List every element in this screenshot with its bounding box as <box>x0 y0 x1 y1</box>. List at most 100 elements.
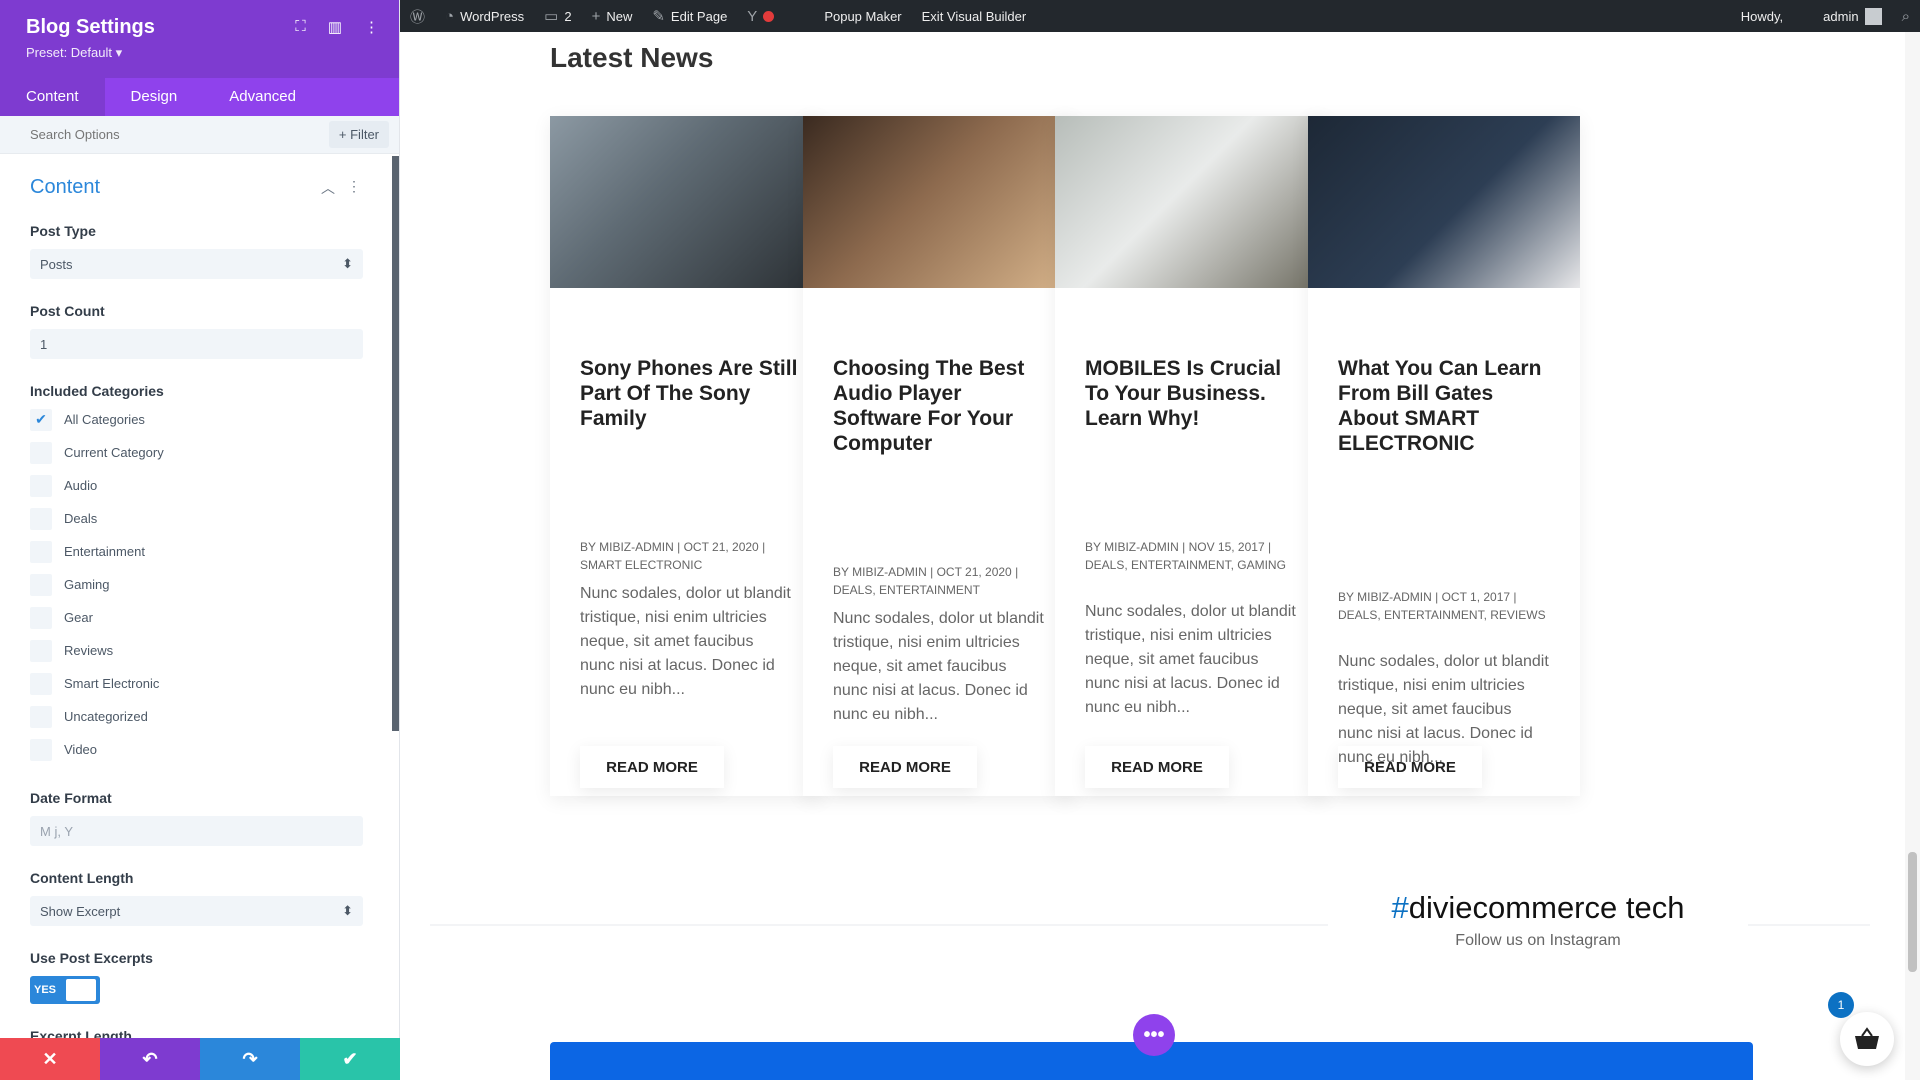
category-checkbox[interactable] <box>30 441 52 464</box>
read-more-button[interactable]: READ MORE <box>1085 746 1229 788</box>
category-checkbox[interactable] <box>30 738 52 761</box>
tab-content[interactable]: Content <box>0 78 105 116</box>
page-scrollbar[interactable] <box>1905 32 1920 1080</box>
date-format-label: Date Format <box>30 790 112 806</box>
ellipsis-icon: ••• <box>1143 1023 1165 1046</box>
panel-scrollbar[interactable] <box>392 156 399 731</box>
category-row[interactable]: Gear <box>30 601 361 634</box>
post-excerpt: Nunc sodales, dolor ut blandit tristique… <box>833 610 1044 723</box>
section-menu-icon[interactable]: ⋮ <box>347 178 361 198</box>
search-icon: ⌕ <box>1901 7 1910 25</box>
category-row[interactable]: Entertainment <box>30 535 361 568</box>
category-checkbox[interactable] <box>30 606 52 629</box>
post-thumbnail[interactable] <box>1055 116 1327 288</box>
category-label: Entertainment <box>64 544 145 559</box>
instagram-hashtag[interactable]: #diviecommerce tech <box>1328 890 1748 926</box>
blog-post-card: Sony Phones Are Still Part Of The Sony F… <box>550 116 822 796</box>
settings-panel: Blog Settings Preset: Default ▾ ⛶ ▥ ⋮ Co… <box>0 0 400 1080</box>
post-title[interactable]: MOBILES Is Crucial To Your Business. Lea… <box>1085 356 1305 431</box>
read-more-button[interactable]: READ MORE <box>1338 746 1482 788</box>
post-meta: BY MIBIZ-ADMIN | NOV 15, 2017 | DEALS, E… <box>1085 540 1286 572</box>
expand-icon[interactable]: ⛶ <box>295 18 306 36</box>
wp-admin-bar: Ⓦ ◔ WordPress ▭ 2 + New ✎ Edit Page Y Popup … <box>400 0 1920 32</box>
post-title[interactable]: Sony Phones Are Still Part Of The Sony F… <box>580 356 800 431</box>
pencil-icon: ✎ <box>652 8 665 25</box>
close-icon: ✕ <box>42 1048 58 1069</box>
howdy-text: Howdy, <box>1740 8 1784 24</box>
blog-post-card: MOBILES Is Crucial To Your Business. Lea… <box>1055 116 1327 796</box>
new-content-link[interactable]: + New <box>582 0 643 32</box>
filter-button[interactable]: + Filter <box>328 121 389 148</box>
post-thumbnail[interactable] <box>803 116 1075 288</box>
tab-advanced[interactable]: Advanced <box>203 78 322 116</box>
site-name-link[interactable]: ◔ WordPress <box>435 0 534 32</box>
toggle-text: YES <box>34 984 57 996</box>
category-checkbox[interactable] <box>30 507 52 530</box>
category-checkbox[interactable] <box>30 474 52 497</box>
yoast-seo-button[interactable]: Y <box>737 0 784 32</box>
category-label: Smart Electronic <box>64 676 160 691</box>
post-title[interactable]: What You Can Learn From Bill Gates About… <box>1338 356 1558 456</box>
post-count-input[interactable]: 1 <box>30 329 363 359</box>
post-title[interactable]: Choosing The Best Audio Player Software … <box>833 356 1053 456</box>
category-row[interactable]: Smart Electronic <box>30 667 361 700</box>
cart-button[interactable] <box>1840 1012 1894 1066</box>
category-checkbox[interactable] <box>30 705 52 728</box>
save-button[interactable]: ✔ <box>300 1038 400 1080</box>
post-count-label: Post Count <box>30 303 105 319</box>
category-row[interactable]: Current Category <box>30 436 361 469</box>
post-excerpt: Nunc sodales, dolor ut blandit tristique… <box>1085 603 1296 716</box>
undo-button[interactable]: ↶ <box>100 1038 200 1080</box>
category-row[interactable]: Reviews <box>30 634 361 667</box>
category-row[interactable]: Deals <box>30 502 361 535</box>
post-type-select[interactable]: Posts ⬍ <box>30 249 363 279</box>
category-row[interactable]: ✔ All Categories <box>30 403 361 436</box>
category-checkbox[interactable]: ✔ <box>30 408 52 431</box>
comments-link[interactable]: ▭ 2 <box>534 0 581 32</box>
category-row[interactable]: Gaming <box>30 568 361 601</box>
category-row[interactable]: Uncategorized <box>30 700 361 733</box>
builder-options-button[interactable]: ••• <box>1133 1014 1175 1056</box>
panel-body: Content ︿ ⋮ Post Type Posts ⬍ Post Count… <box>0 156 391 1038</box>
tab-design[interactable]: Design <box>105 78 204 116</box>
category-label: Gear <box>64 610 93 625</box>
post-meta: BY MIBIZ-ADMIN | OCT 21, 2020 | DEALS, E… <box>833 565 1019 597</box>
admin-search-button[interactable]: ⌕ <box>1892 0 1920 32</box>
edit-page-link[interactable]: ✎ Edit Page <box>642 0 737 32</box>
included-categories-label: Included Categories <box>30 383 164 399</box>
exit-visual-builder-link[interactable]: Exit Visual Builder <box>912 0 1037 32</box>
date-format-input[interactable]: M j, Y <box>30 816 363 846</box>
user-account-link[interactable]: admin <box>1813 0 1891 32</box>
chevron-up-icon[interactable]: ︿ <box>321 178 335 198</box>
seo-status-dot <box>763 10 775 22</box>
hashtag-text: diviecommerce tech <box>1408 890 1685 925</box>
use-post-excerpts-toggle[interactable]: YES <box>30 976 100 1004</box>
more-options-icon[interactable]: ⋮ <box>364 18 379 36</box>
category-row[interactable]: Video <box>30 733 361 766</box>
category-checkbox[interactable] <box>30 573 52 596</box>
read-more-button[interactable]: READ MORE <box>833 746 977 788</box>
category-label: Deals <box>64 511 98 526</box>
category-label: Gaming <box>64 577 110 592</box>
category-label: Video <box>64 742 98 757</box>
search-options-input[interactable] <box>30 127 329 142</box>
category-row[interactable]: Audio <box>30 469 361 502</box>
category-checkbox[interactable] <box>30 639 52 662</box>
content-length-select[interactable]: Show Excerpt ⬍ <box>30 896 363 926</box>
read-more-button[interactable]: READ MORE <box>580 746 724 788</box>
split-view-icon[interactable]: ▥ <box>328 18 342 36</box>
discard-button[interactable]: ✕ <box>0 1038 100 1080</box>
page-scrollbar-thumb[interactable] <box>1908 852 1917 972</box>
use-post-excerpts-label: Use Post Excerpts <box>30 950 153 966</box>
popup-maker-link[interactable]: Popup Maker <box>814 0 911 32</box>
redo-button[interactable]: ↷ <box>200 1038 300 1080</box>
category-checkbox[interactable] <box>30 540 52 563</box>
post-thumbnail[interactable] <box>550 116 822 288</box>
redo-icon: ↷ <box>242 1048 258 1069</box>
post-thumbnail[interactable] <box>1308 116 1580 288</box>
wordpress-logo-button[interactable]: Ⓦ <box>400 0 435 32</box>
preset-dropdown[interactable]: Preset: Default ▾ <box>26 45 373 61</box>
follow-instagram-text: Follow us on Instagram <box>1455 932 1621 949</box>
category-checkbox[interactable] <box>30 672 52 695</box>
content-section-header[interactable]: Content ︿ ⋮ <box>30 176 361 199</box>
